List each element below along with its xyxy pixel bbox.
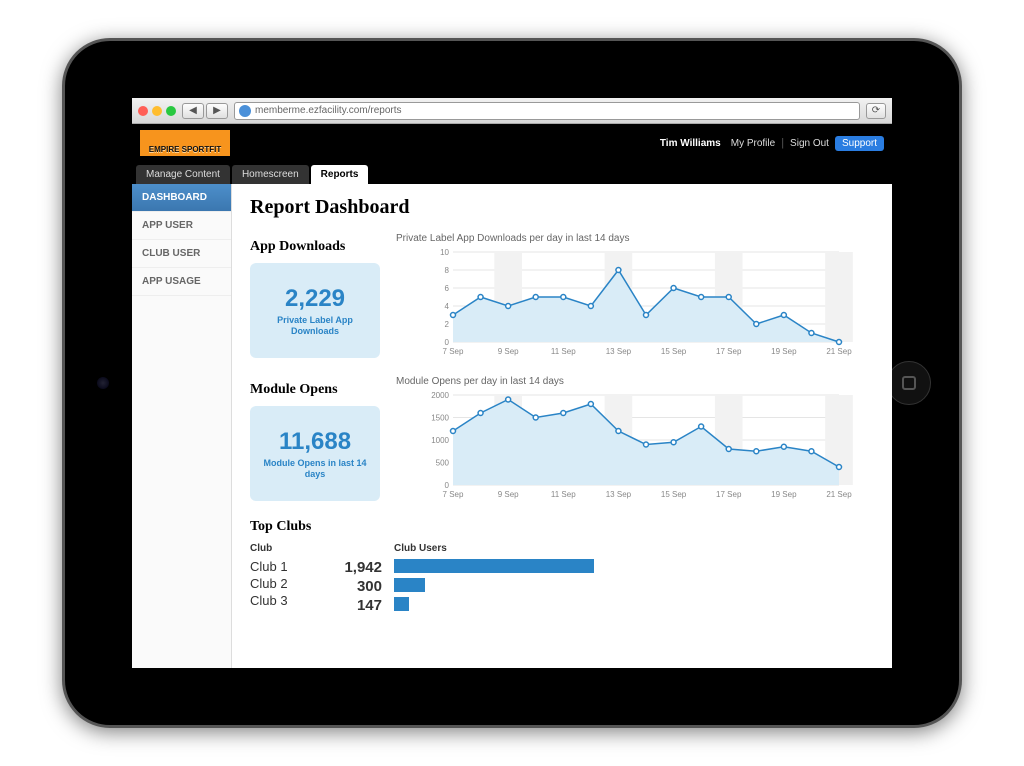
globe-icon: [239, 105, 251, 117]
club-bar: [394, 559, 594, 573]
home-button[interactable]: [887, 361, 931, 405]
sidebar: DASHBOARD APP USER CLUB USER APP USAGE: [132, 184, 232, 668]
tablet-frame: ◀ ▶ memberme.ezfacility.com/reports ⟳ EM…: [62, 38, 962, 728]
svg-text:15 Sep: 15 Sep: [661, 347, 687, 356]
svg-text:21 Sep: 21 Sep: [826, 490, 852, 499]
minimize-icon[interactable]: [152, 106, 162, 116]
camera-icon: [97, 377, 109, 389]
svg-text:10: 10: [440, 248, 449, 257]
club-users: 1,942: [322, 558, 382, 577]
svg-text:11 Sep: 11 Sep: [551, 347, 576, 356]
opens-value: 11,688: [279, 428, 351, 456]
current-user: Tim Williams: [660, 138, 721, 149]
browser-chrome: ◀ ▶ memberme.ezfacility.com/reports ⟳: [132, 98, 892, 124]
svg-text:1500: 1500: [431, 414, 449, 423]
sidebar-item-club-user[interactable]: CLUB USER: [132, 240, 231, 268]
svg-text:1000: 1000: [431, 436, 449, 445]
svg-text:9 Sep: 9 Sep: [498, 347, 519, 356]
downloads-title: App Downloads: [250, 239, 380, 255]
reload-button[interactable]: ⟳: [866, 103, 886, 119]
club-bar: [394, 578, 425, 592]
svg-text:19 Sep: 19 Sep: [771, 347, 797, 356]
club-users: 300: [322, 577, 382, 596]
content: Report Dashboard App Downloads 2,229 Pri…: [232, 184, 892, 668]
window-lights: [138, 106, 176, 116]
top-clubs-title: Top Clubs: [250, 519, 874, 535]
my-profile-link[interactable]: My Profile: [731, 138, 775, 149]
svg-text:8: 8: [445, 266, 450, 275]
svg-text:13 Sep: 13 Sep: [606, 347, 632, 356]
downloads-tile: 2,229 Private Label App Downloads: [250, 263, 380, 358]
tab-manage-content[interactable]: Manage Content: [136, 165, 230, 184]
forward-button[interactable]: ▶: [206, 103, 228, 119]
sidebar-item-app-user[interactable]: APP USER: [132, 212, 231, 240]
url-text: memberme.ezfacility.com/reports: [255, 105, 402, 116]
svg-text:7 Sep: 7 Sep: [443, 347, 464, 356]
col-club: Club: [250, 543, 310, 554]
tab-reports[interactable]: Reports: [311, 165, 369, 184]
brand-logo[interactable]: EMPIRE SPORTFIT: [140, 130, 230, 156]
svg-text:17 Sep: 17 Sep: [716, 490, 742, 499]
svg-text:6: 6: [445, 284, 450, 293]
svg-text:0: 0: [445, 481, 450, 490]
downloads-chart-title: Private Label App Downloads per day in l…: [396, 233, 874, 244]
page-title: Report Dashboard: [250, 196, 874, 219]
sidebar-item-app-usage[interactable]: APP USAGE: [132, 268, 231, 296]
back-button[interactable]: ◀: [182, 103, 204, 119]
maximize-icon[interactable]: [166, 106, 176, 116]
col-club-users: Club Users: [394, 543, 874, 554]
sidebar-item-dashboard[interactable]: DASHBOARD: [132, 184, 231, 212]
sign-out-link[interactable]: Sign Out: [790, 138, 829, 149]
opens-chart-title: Module Opens per day in last 14 days: [396, 376, 874, 387]
opens-tile: 11,688 Module Opens in last 14 days: [250, 406, 380, 501]
opens-label: Module Opens in last 14 days: [256, 458, 374, 480]
opens-chart: Module Opens per day in last 14 days 0 50…: [396, 376, 874, 501]
close-icon[interactable]: [138, 106, 148, 116]
svg-text:4: 4: [445, 302, 450, 311]
screen: ◀ ▶ memberme.ezfacility.com/reports ⟳ EM…: [132, 98, 892, 668]
svg-text:0: 0: [445, 338, 450, 347]
tab-bar: Manage Content Homescreen Reports: [132, 162, 892, 184]
downloads-chart: Private Label App Downloads per day in l…: [396, 233, 874, 358]
support-button[interactable]: Support: [835, 136, 884, 151]
club-name: Club 3: [250, 592, 310, 609]
app-header: EMPIRE SPORTFIT Tim Williams My Profile …: [132, 124, 892, 162]
svg-text:19 Sep: 19 Sep: [771, 490, 797, 499]
tab-homescreen[interactable]: Homescreen: [232, 165, 309, 184]
url-bar[interactable]: memberme.ezfacility.com/reports: [234, 102, 860, 120]
svg-text:13 Sep: 13 Sep: [606, 490, 632, 499]
svg-text:2000: 2000: [431, 391, 449, 400]
club-users: 147: [322, 596, 382, 615]
svg-text:17 Sep: 17 Sep: [716, 347, 742, 356]
svg-text:21 Sep: 21 Sep: [826, 347, 852, 356]
downloads-value: 2,229: [285, 285, 345, 313]
svg-text:9 Sep: 9 Sep: [498, 490, 519, 499]
svg-text:7 Sep: 7 Sep: [443, 490, 464, 499]
svg-text:15 Sep: 15 Sep: [661, 490, 687, 499]
downloads-label: Private Label App Downloads: [256, 315, 374, 337]
svg-text:2: 2: [445, 320, 450, 329]
opens-title: Module Opens: [250, 382, 380, 398]
svg-text:11 Sep: 11 Sep: [551, 490, 576, 499]
svg-text:500: 500: [436, 459, 450, 468]
club-name: Club 1: [250, 558, 310, 575]
club-name: Club 2: [250, 575, 310, 592]
club-bar: [394, 597, 409, 611]
